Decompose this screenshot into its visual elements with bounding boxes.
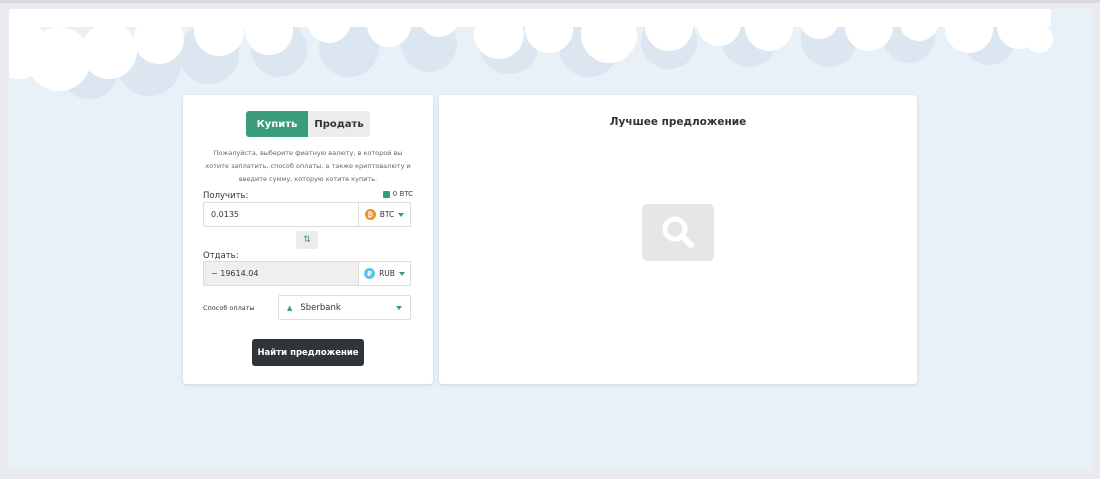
buy-tab[interactable]: Купить — [246, 111, 308, 137]
best-offer-title: Лучшее предложение — [609, 116, 747, 128]
bank-icon: ▲ — [287, 303, 293, 312]
give-field: ~ 19614.04 ₽ RUB — [203, 261, 411, 286]
receive-currency-select[interactable]: ₿ BTC — [358, 203, 410, 226]
receive-currency-label: BTC — [379, 210, 395, 219]
clouds-decoration — [9, 9, 1053, 99]
page-background: Купить Продать Пожалуйста, выберите фиат… — [9, 9, 1091, 470]
receive-amount-input[interactable]: 0.0135 — [204, 203, 358, 226]
wallet-balance-value: 0 BTC — [392, 190, 413, 198]
swap-arrows-icon: ⇅ — [303, 235, 311, 245]
receive-label: Получить: — [203, 191, 249, 201]
receive-field: 0.0135 ₿ BTC — [203, 202, 411, 227]
wallet-icon — [382, 190, 390, 198]
give-label: Отдать: — [203, 251, 239, 261]
buy-sell-toggle: Купить Продать — [246, 111, 370, 137]
give-currency-label: RUB — [379, 269, 395, 278]
payment-method-select[interactable]: ▲ Sberbank — [278, 295, 411, 320]
find-offer-button[interactable]: Найти предложение — [252, 339, 364, 366]
exchange-form-panel: Купить Продать Пожалуйста, выберите фиат… — [183, 95, 433, 384]
ruble-icon: ₽ — [364, 268, 376, 279]
wallet-balance: 0 BTC — [382, 190, 413, 198]
top-strip — [0, 0, 1100, 3]
give-currency-select[interactable]: ₽ RUB — [358, 262, 410, 285]
give-amount-value: ~ 19614.04 — [204, 262, 358, 285]
payment-method-label: Способ оплаты — [203, 304, 255, 312]
search-placeholder — [642, 204, 714, 261]
sell-tab[interactable]: Продать — [308, 111, 370, 137]
swap-button[interactable]: ⇅ — [296, 231, 318, 249]
chevron-down-icon — [398, 212, 405, 217]
chevron-down-icon — [398, 271, 405, 276]
chevron-down-icon — [396, 305, 402, 310]
best-offer-panel: Лучшее предложение — [439, 95, 917, 384]
bitcoin-icon: ₿ — [364, 209, 376, 220]
search-icon — [662, 216, 694, 248]
instruction-text: Пожалуйста, выберите фиатную валюту, в к… — [205, 149, 411, 183]
payment-method-value: Sberbank — [300, 302, 341, 313]
